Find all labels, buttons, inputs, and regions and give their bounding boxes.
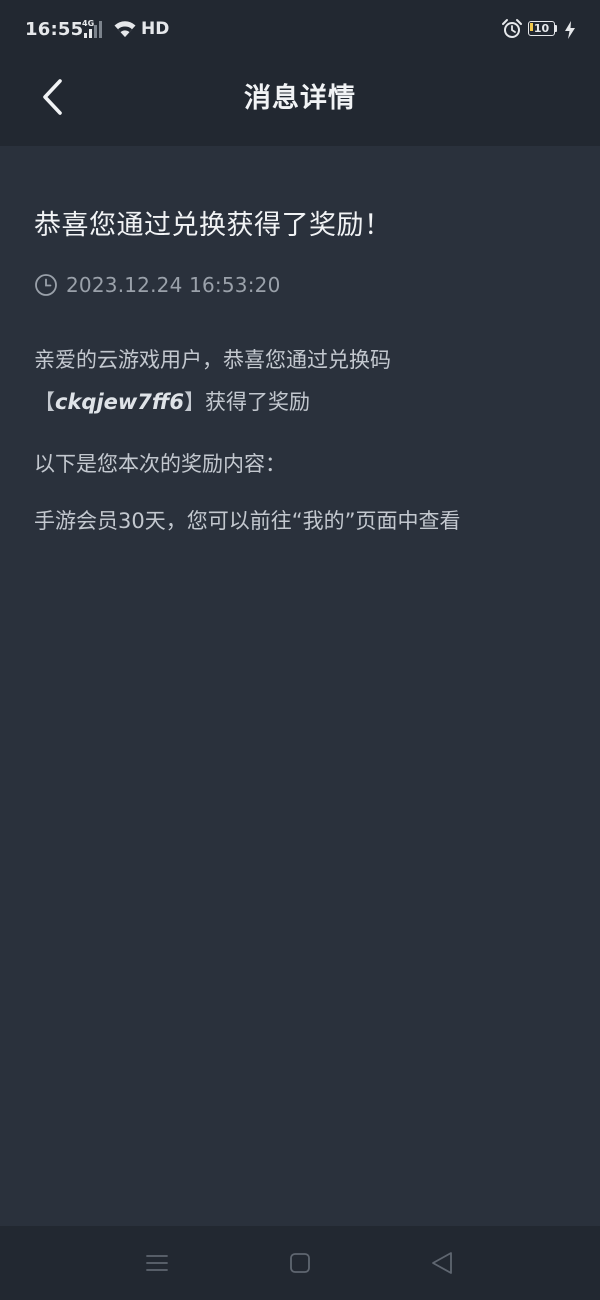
navigation-bar	[0, 1226, 600, 1300]
wifi-icon	[114, 21, 136, 37]
wifi-hd-label: HD	[141, 19, 170, 39]
header: 消息详情	[0, 60, 600, 146]
clock-icon	[35, 274, 57, 296]
message-time-row: 2023.12.24 16:53:20	[34, 270, 281, 300]
home-icon	[290, 1253, 310, 1273]
message-detail-screen: 16:55 4G HD 10 消息详情 恭喜您通过兑换获得了奖励！ 2023.1…	[0, 0, 600, 1300]
menu-icon	[146, 1255, 168, 1271]
home-button[interactable]	[285, 1248, 315, 1278]
charging-icon	[565, 21, 575, 39]
message-line-2: 【ckqjew7ff6】获得了奖励	[34, 381, 310, 423]
message-time: 2023.12.24 16:53:20	[66, 273, 281, 297]
code-bracket-open: 【	[34, 390, 55, 414]
status-bar: 16:55 4G HD 10	[0, 0, 600, 60]
message-line-4: 手游会员30天，您可以前往“我的”页面中查看	[34, 509, 461, 533]
menu-button[interactable]	[142, 1248, 172, 1278]
message-line-2-suffix: 获得了奖励	[205, 390, 310, 414]
back-triangle-icon	[432, 1252, 452, 1274]
message-line-3: 以下是您本次的奖励内容：	[34, 452, 286, 476]
status-time: 16:55	[25, 19, 84, 40]
message-title: 恭喜您通过兑换获得了奖励！	[34, 210, 392, 241]
signal-icon: 4G	[82, 19, 108, 40]
alarm-icon	[502, 19, 522, 38]
system-back-button[interactable]	[427, 1248, 457, 1278]
battery-level: 10	[533, 22, 550, 35]
battery-icon: 10	[528, 21, 558, 38]
message-line-1: 亲爱的云游戏用户，恭喜您通过兑换码	[34, 348, 391, 372]
redeem-code: ckqjew7ff6	[55, 390, 184, 414]
code-bracket-close: 】	[184, 390, 205, 414]
page-title: 消息详情	[244, 83, 356, 114]
battery-tip	[555, 25, 557, 32]
